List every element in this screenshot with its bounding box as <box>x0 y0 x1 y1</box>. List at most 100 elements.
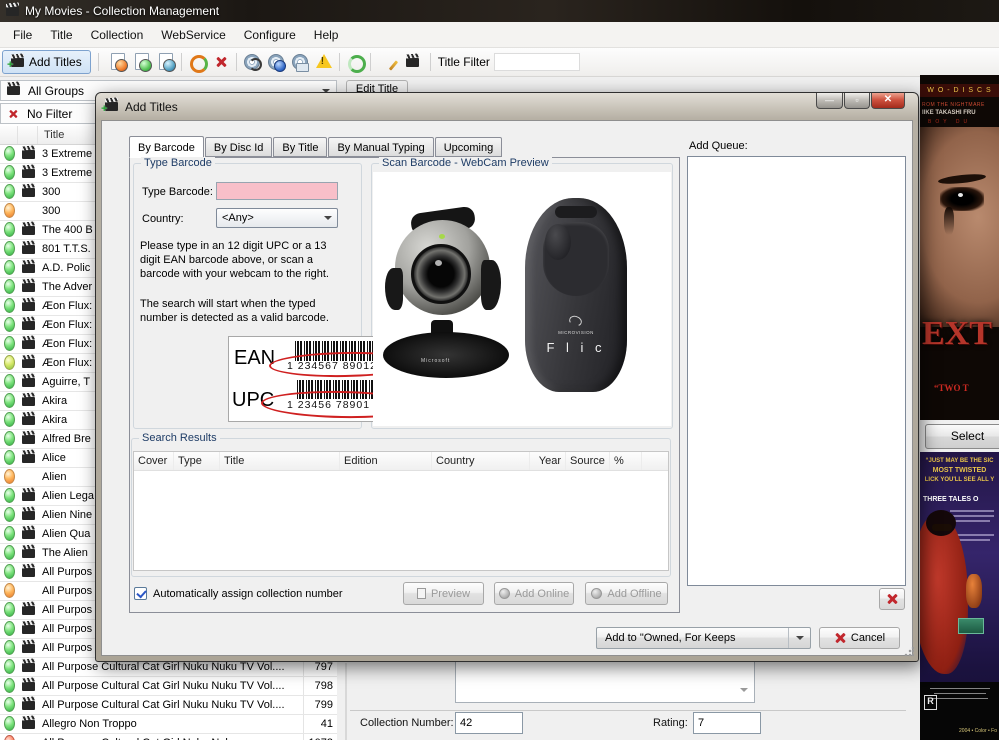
tab-by-barcode[interactable]: By Barcode <box>129 136 204 158</box>
collection-number-input[interactable] <box>455 712 523 734</box>
type-cell <box>18 297 38 315</box>
resize-grip[interactable] <box>904 647 914 657</box>
panel-divider <box>345 663 347 740</box>
status-icon <box>4 450 15 465</box>
disc-reload-icon[interactable] <box>242 52 262 72</box>
delete-icon[interactable] <box>211 52 231 72</box>
poster-small-figure <box>966 574 982 608</box>
menu-item-title[interactable]: Title <box>41 24 81 46</box>
edit-clapper-icon[interactable] <box>406 58 419 67</box>
disc-copy-icon[interactable] <box>290 52 310 72</box>
type-cell <box>18 639 38 657</box>
menu-item-webservice[interactable]: WebService <box>152 24 234 46</box>
select-button[interactable]: Select <box>925 424 999 449</box>
status-icon <box>4 716 15 731</box>
tab-by-disc-id[interactable]: By Disc Id <box>205 137 273 157</box>
column-header-title[interactable]: Title <box>220 452 340 470</box>
menu-item-configure[interactable]: Configure <box>235 24 305 46</box>
clapper-icon <box>22 378 35 387</box>
status-icon <box>4 241 15 256</box>
poster-textline <box>950 515 994 517</box>
column-header-source[interactable]: Source <box>566 452 610 470</box>
add-titles-button[interactable]: Add Titles <box>2 50 91 74</box>
row-title: Allegro Non Troppo <box>38 715 303 733</box>
menu-item-file[interactable]: File <box>4 24 41 46</box>
poster-jade-box <box>958 618 984 634</box>
disc-online-icon[interactable] <box>266 52 286 72</box>
type-cell <box>18 392 38 410</box>
poster-figure <box>920 514 968 674</box>
rating-input[interactable] <box>693 712 761 734</box>
scroll-down-arrow[interactable] <box>740 688 748 696</box>
disc-export-icon[interactable] <box>156 52 176 72</box>
screen: My Movies - Collection Management FileTi… <box>0 0 999 740</box>
dialog-titlebar[interactable]: Add Titles <box>96 93 918 120</box>
tab-by-title[interactable]: By Title <box>273 137 327 157</box>
preview-button[interactable]: Preview <box>403 582 484 605</box>
webcam-group-label: Scan Barcode - WebCam Preview <box>379 157 552 169</box>
column-header-year[interactable]: Year <box>530 452 566 470</box>
cancel-button[interactable]: Cancel <box>819 627 900 649</box>
clapper-icon <box>22 549 35 558</box>
column-header-type[interactable]: Type <box>174 452 220 470</box>
clapper-icon <box>22 701 35 710</box>
table-row[interactable]: All Purpose Cultural Cat Girl Nuku Nuku1… <box>0 734 337 740</box>
column-header-edition[interactable]: Edition <box>340 452 432 470</box>
barcode-input[interactable] <box>216 182 338 200</box>
status-icon <box>4 488 15 503</box>
maximize-button[interactable]: ▫ <box>844 93 870 109</box>
status-icon <box>4 545 15 560</box>
status-column-header <box>0 126 18 144</box>
cover-front-image: W O - D I S C S ROM THE NIGHTMARE IIKE T… <box>920 75 999 420</box>
country-dropdown[interactable]: <Any> <box>216 208 338 228</box>
table-row[interactable]: All Purpose Cultural Cat Girl Nuku Nuku … <box>0 696 337 715</box>
tab-upcoming[interactable]: Upcoming <box>435 137 503 157</box>
add-offline-button[interactable]: Add Offline <box>585 582 668 605</box>
split-arrow[interactable] <box>788 628 810 648</box>
menu-item-help[interactable]: Help <box>305 24 348 46</box>
poster-title-text: EXT <box>922 315 992 353</box>
web-update-icon[interactable] <box>108 52 128 72</box>
edit-title-icon[interactable] <box>376 52 396 72</box>
webcam-preview-image: Microsoft MICROVISION F l i c <box>373 172 671 426</box>
tab-by-manual-typing[interactable]: By Manual Typing <box>328 137 433 157</box>
status-icon <box>4 469 15 484</box>
add-queue-label: Add Queue: <box>689 140 748 152</box>
disc-add-icon[interactable] <box>132 52 152 72</box>
status-icon <box>4 659 15 674</box>
table-row[interactable]: All Purpose Cultural Cat Girl Nuku Nuku … <box>0 677 337 696</box>
rating-box: R <box>924 695 937 710</box>
close-button[interactable]: ✕ <box>871 93 905 109</box>
form-divider <box>350 710 906 711</box>
auto-assign-checkbox[interactable] <box>134 587 147 600</box>
country-value: <Any> <box>222 212 254 224</box>
column-header-country[interactable]: Country <box>432 452 530 470</box>
add-to-collection-button[interactable]: Add to "Owned, For Keeps <box>596 627 811 649</box>
status-icon <box>4 412 15 427</box>
type-cell <box>18 449 38 467</box>
type-cell <box>18 259 38 277</box>
clapper-icon <box>22 682 35 691</box>
toolbar-separator <box>430 53 431 71</box>
remove-queue-button[interactable] <box>879 588 905 610</box>
search-results-table[interactable]: CoverTypeTitleEditionCountryYearSource% <box>133 451 669 571</box>
refresh-icon[interactable] <box>345 52 365 72</box>
clapper-icon <box>22 226 35 235</box>
column-header-cover[interactable]: Cover <box>134 452 174 470</box>
menu-item-collection[interactable]: Collection <box>82 24 153 46</box>
preview-icon <box>417 588 426 599</box>
title-filter-input[interactable] <box>494 53 580 71</box>
poster-textline <box>954 534 994 536</box>
clapper-icon <box>22 492 35 501</box>
warning-icon[interactable] <box>314 52 334 72</box>
status-icon <box>4 146 15 161</box>
type-cell <box>18 373 38 391</box>
add-queue-list[interactable] <box>687 156 906 586</box>
chevron-down-icon <box>796 636 804 644</box>
sync-icon[interactable] <box>187 52 207 72</box>
minimize-button[interactable]: — <box>816 93 843 109</box>
table-row[interactable]: Allegro Non Troppo41 <box>0 715 337 734</box>
column-header--[interactable]: % <box>610 452 642 470</box>
add-online-button[interactable]: Add Online <box>494 582 574 605</box>
delete-x-glyph <box>215 56 227 68</box>
